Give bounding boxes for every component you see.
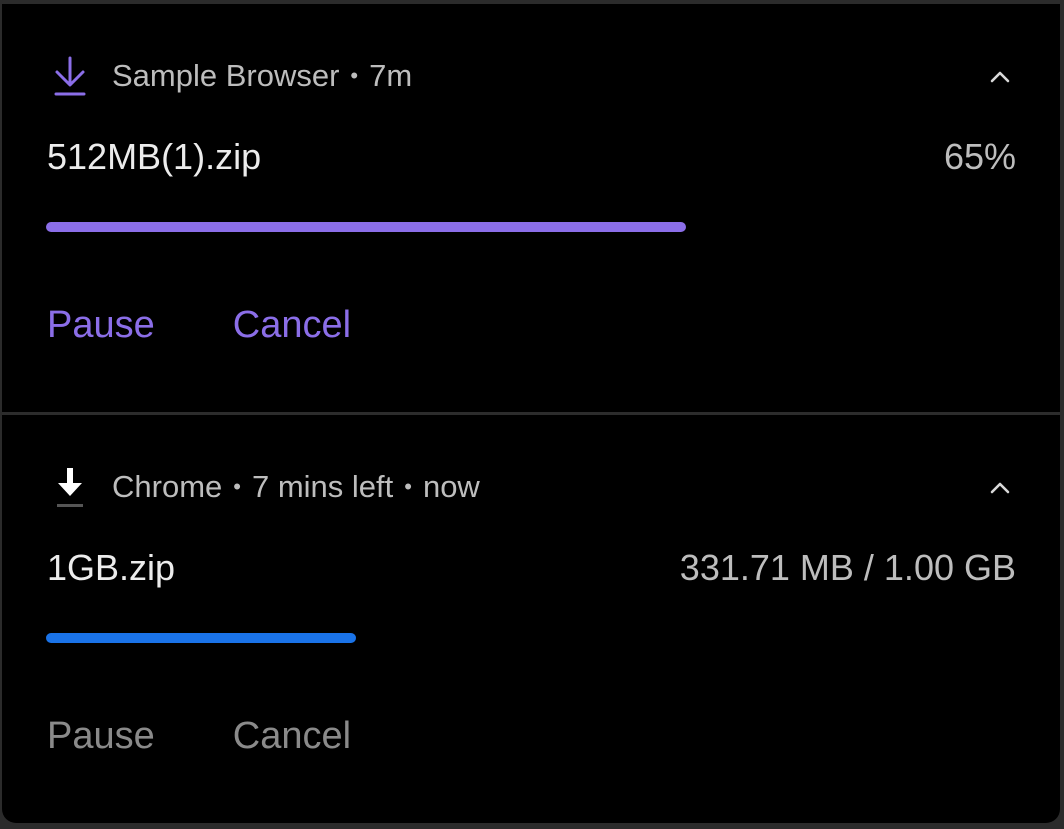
separator-dot: • [350,63,359,88]
app-name: Sample Browser [112,58,340,93]
download-filename: 512MB(1).zip [47,136,262,177]
separator-dot: • [404,474,412,499]
notification-meta: Chrome • 7 mins left • now [112,469,480,505]
progress-bar [46,222,1016,232]
notification-actions: Pause Cancel [47,715,429,758]
download-progress-size: 331.71 MB / 1.00 GB [679,547,1016,588]
cancel-button[interactable]: Cancel [233,715,351,758]
download-icon [52,465,88,509]
notification-time: now [422,469,480,504]
download-notification-chrome[interactable]: Chrome • 7 mins left • now 1GB.zip 331.7… [2,415,1060,823]
notification-panel: Sample Browser • 7m 512MB(1).zip 65% Pau… [2,4,1060,823]
notification-header: Chrome • 7 mins left • now [52,465,480,509]
download-filename: 1GB.zip [47,547,176,588]
download-arrow-icon [52,54,88,98]
notification-time: 7m [369,58,413,93]
separator-dot: • [233,474,241,499]
time-remaining: 7 mins left [251,469,394,504]
download-notification-sample-browser[interactable]: Sample Browser • 7m 512MB(1).zip 65% Pau… [2,4,1060,412]
progress-bar-fill [46,222,687,232]
progress-bar [46,633,1016,643]
pause-button[interactable]: Pause [47,304,155,347]
chevron-up-icon[interactable] [984,62,1016,92]
app-name: Chrome [112,469,223,504]
notification-header: Sample Browser • 7m [52,54,412,98]
download-progress-percent: 65% [943,136,1016,177]
pause-button[interactable]: Pause [47,715,155,758]
progress-bar-fill [46,633,357,643]
chevron-up-icon[interactable] [984,473,1016,503]
cancel-button[interactable]: Cancel [233,304,351,347]
notification-meta: Sample Browser • 7m [112,58,412,94]
notification-actions: Pause Cancel [47,304,429,347]
